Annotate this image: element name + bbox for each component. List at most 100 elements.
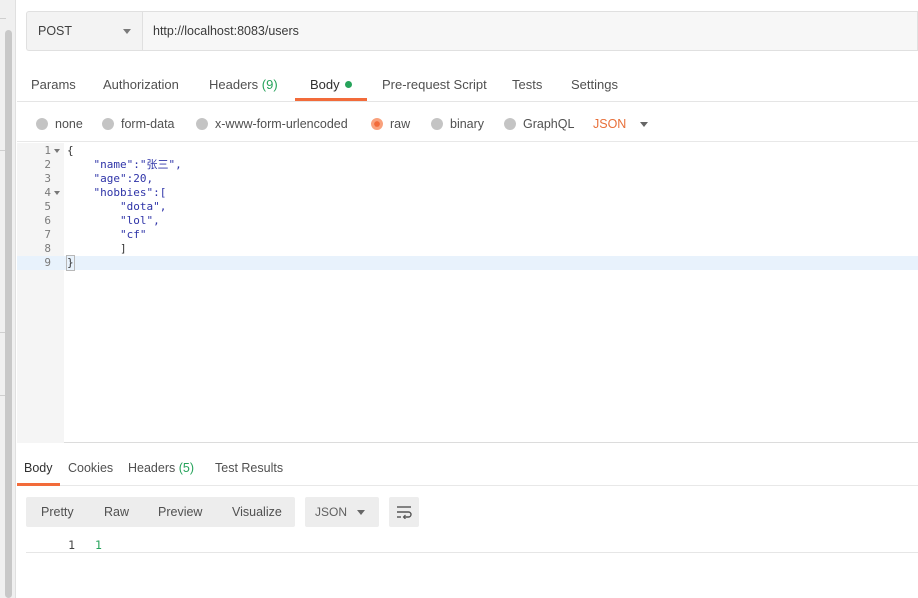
code-text: "name":"张三", (67, 158, 182, 171)
line-number: 6 (44, 214, 51, 227)
tab-label: Headers (128, 461, 176, 475)
tab-label: Body (24, 461, 53, 475)
radio-label: form-data (121, 117, 175, 131)
code-text: { (67, 144, 74, 157)
code-line-active: 9 } (17, 255, 918, 271)
raw-format-dropdown[interactable]: JSON (593, 116, 649, 132)
view-preview-button[interactable]: Preview (158, 497, 202, 527)
radio-form-data[interactable]: form-data (102, 116, 175, 132)
radio-label: none (55, 117, 83, 131)
left-app-strip (0, 0, 16, 598)
tab-label: Params (31, 77, 76, 92)
radio-circle-icon (504, 118, 516, 130)
code-line: 3 "age":20, (17, 172, 918, 186)
line-number: 2 (44, 158, 51, 171)
radio-circle-icon (431, 118, 443, 130)
line-number: 8 (44, 242, 51, 255)
line-number: 4 (44, 186, 51, 199)
view-pretty-button[interactable]: Pretty (41, 497, 74, 527)
request-body-editor[interactable]: 1 { 2 "name":"张三", 3 "age":20, 4 "hobbie… (17, 143, 918, 443)
code-text: "hobbies":[ (67, 186, 167, 199)
view-label: Visualize (232, 505, 282, 519)
radio-circle-icon (36, 118, 48, 130)
view-visualize-button[interactable]: Visualize (232, 497, 282, 527)
view-raw-button[interactable]: Raw (104, 497, 129, 527)
request-url-bar: POST http://localhost:8083/users (26, 11, 918, 51)
radio-label: x-www-form-urlencoded (215, 117, 348, 131)
code-line: 8 ] (17, 242, 918, 256)
body-type-selector: none form-data x-www-form-urlencoded raw… (17, 106, 918, 142)
radio-graphql[interactable]: GraphQL (504, 116, 574, 132)
tab-label: Pre-request Script (382, 77, 487, 92)
radio-circle-icon (102, 118, 114, 130)
code-line: 1 { (17, 144, 918, 158)
radio-none[interactable]: none (36, 116, 83, 132)
raw-format-label: JSON (593, 117, 627, 131)
tab-body[interactable]: Body (310, 66, 352, 102)
response-value: 1 (95, 538, 102, 552)
code-text: ] (67, 242, 127, 255)
code-line: 5 "dota", (17, 200, 918, 214)
tab-tests[interactable]: Tests (512, 66, 542, 102)
code-text: } (66, 255, 75, 271)
tab-label: Headers (209, 77, 259, 92)
view-label: Preview (158, 505, 203, 519)
url-input[interactable]: http://localhost:8083/users (142, 11, 918, 51)
radio-label: raw (390, 117, 411, 131)
line-number: 3 (44, 172, 51, 185)
response-tabs: Body Cookies Headers (5) Test Results (17, 452, 918, 486)
fold-arrow-icon[interactable] (54, 191, 60, 195)
radio-binary[interactable]: binary (431, 116, 484, 132)
tab-headers[interactable]: Headers (9) (209, 66, 278, 102)
tab-authorization[interactable]: Authorization (103, 66, 179, 102)
chevron-down-icon (123, 29, 131, 34)
radio-selected-icon (371, 118, 383, 130)
code-text: "dota", (67, 200, 167, 213)
tab-label: Authorization (103, 77, 179, 92)
radio-circle-icon (196, 118, 208, 130)
radio-x-www-form-urlencoded[interactable]: x-www-form-urlencoded (196, 116, 348, 132)
tab-pre-request-script[interactable]: Pre-request Script (382, 66, 487, 102)
tab-label: Test Results (215, 461, 284, 475)
code-line: 6 "lol", (17, 214, 918, 228)
view-label: Raw (104, 505, 130, 519)
method-label: POST (38, 24, 73, 38)
response-tab-body[interactable]: Body (24, 452, 53, 484)
response-body-line: 1 1 (26, 537, 918, 553)
view-label: Pretty (41, 505, 74, 519)
wrap-lines-icon (397, 506, 412, 519)
chevron-down-icon (357, 510, 365, 515)
code-line: 4 "hobbies":[ (17, 186, 918, 200)
method-select[interactable]: POST (26, 11, 142, 51)
code-text: "age":20, (67, 172, 154, 185)
response-format-dropdown[interactable]: JSON (305, 497, 379, 527)
line-number: 5 (44, 200, 51, 213)
chevron-down-icon (640, 121, 649, 127)
fold-arrow-icon[interactable] (54, 149, 60, 153)
code-line: 2 "name":"张三", (17, 158, 918, 172)
line-number: 7 (44, 228, 51, 241)
code-text: "cf" (67, 228, 147, 241)
code-line: 7 "cf" (17, 228, 918, 242)
response-tab-headers[interactable]: Headers (5) (128, 452, 194, 484)
code-text: "lol", (67, 214, 160, 227)
left-scrollbar-thumb[interactable] (5, 30, 12, 598)
response-tab-test-results[interactable]: Test Results (215, 452, 283, 484)
tab-params[interactable]: Params (31, 66, 76, 102)
wrap-lines-button[interactable] (389, 497, 419, 527)
request-tabs: Params Authorization Headers (9) Body Pr… (17, 66, 918, 102)
body-has-content-dot-icon (344, 81, 352, 88)
radio-raw[interactable]: raw (371, 116, 410, 132)
response-format-label: JSON (315, 505, 348, 519)
response-view-switcher: Pretty Raw Preview Visualize (26, 497, 295, 527)
tab-label: Cookies (68, 461, 114, 475)
headers-count-badge: (5) (178, 461, 195, 475)
active-tab-indicator (295, 98, 367, 101)
strip-divider (0, 18, 6, 19)
response-tab-cookies[interactable]: Cookies (68, 452, 113, 484)
tab-label: Body (310, 77, 340, 92)
tab-label: Tests (512, 77, 543, 92)
tab-settings[interactable]: Settings (571, 66, 618, 102)
radio-label: GraphQL (523, 117, 575, 131)
line-number: 1 (68, 538, 75, 552)
